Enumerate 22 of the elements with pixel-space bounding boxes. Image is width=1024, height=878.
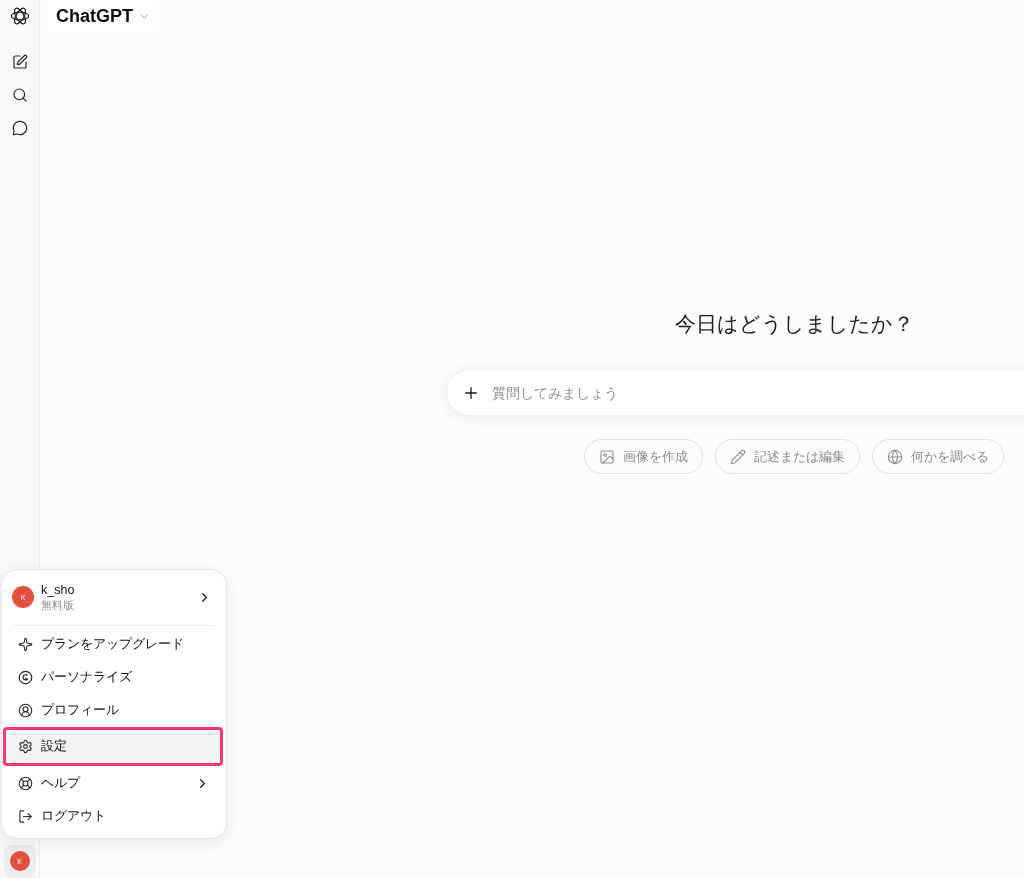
chat-bubble-icon	[11, 119, 28, 136]
username-text: k_sho	[41, 581, 75, 598]
lifebuoy-icon	[18, 776, 33, 791]
menu-item[interactable]: 設定	[6, 730, 220, 763]
edit-icon	[11, 53, 28, 70]
search-icon	[11, 86, 28, 103]
logo-icon	[9, 6, 30, 26]
suggestion-chip[interactable]: 画像を作成	[584, 439, 703, 474]
swirl-circle-icon	[18, 670, 33, 685]
globe-icon	[887, 448, 903, 465]
suggestion-chip[interactable]: 記述または編集	[715, 439, 860, 474]
message-input[interactable]: 質問してみましょう	[492, 377, 1024, 408]
greeting-heading: 今日はどうしましたか？	[674, 311, 914, 337]
user-circle-icon	[18, 703, 33, 718]
pencil-icon	[730, 448, 746, 465]
settings-icon	[18, 739, 33, 754]
image-icon	[599, 448, 615, 465]
logout-icon	[18, 809, 33, 824]
suggestion-chip[interactable]: 何かを調べる	[872, 439, 1004, 474]
composer-bar[interactable]: 質問してみましょう	[446, 369, 1024, 416]
plan-text: 無料版	[41, 597, 75, 613]
sparkle-icon	[18, 637, 33, 652]
